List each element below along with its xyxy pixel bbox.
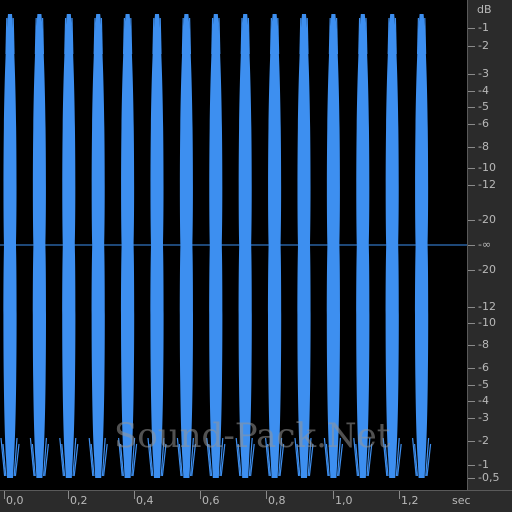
waveform-burst [118, 14, 138, 478]
waveform-burst [235, 14, 255, 478]
db-tick-label: -1 [478, 21, 489, 34]
db-tick [468, 91, 475, 92]
db-tick-label: -2 [478, 434, 489, 447]
waveform-burst [382, 14, 402, 478]
time-unit-label: sec [452, 494, 471, 507]
time-tick-label: 1,0 [335, 494, 353, 507]
db-tick-label: -5 [478, 378, 489, 391]
db-tick [468, 185, 475, 186]
db-tick [468, 220, 475, 221]
time-tick-label: 0,8 [268, 494, 286, 507]
time-tick [4, 491, 5, 499]
db-tick [468, 28, 475, 29]
time-tick [266, 491, 267, 499]
db-tick [468, 107, 475, 108]
waveform-burst [0, 14, 20, 478]
db-tick [468, 385, 475, 386]
waveform-display[interactable] [0, 0, 467, 490]
db-scale-ruler: dB -1 -2 -3 -4 -5 -6 -8 -10 -12 -20 -∞ -20 -12 -10 -8 -6… [467, 0, 512, 490]
time-tick [134, 491, 135, 499]
time-tick-label: 0,6 [202, 494, 220, 507]
db-tick-label: -4 [478, 84, 489, 97]
waveform-burst [412, 14, 432, 478]
db-tick [468, 465, 475, 466]
time-ruler[interactable]: 0,0 0,2 0,4 0,6 0,8 1,0 1,2 sec [0, 490, 512, 512]
waveform-burst [29, 14, 49, 478]
waveform-burst [323, 14, 343, 478]
db-tick-label: -10 [478, 161, 496, 174]
db-tick-label: -3 [478, 67, 489, 80]
db-tick-label: -20 [478, 263, 496, 276]
db-tick [468, 401, 475, 402]
db-tick-label: -1 [478, 458, 489, 471]
db-tick-label: -10 [478, 316, 496, 329]
time-tick [399, 491, 400, 499]
db-tick-label: -12 [478, 300, 496, 313]
db-tick [468, 124, 475, 125]
db-tick [468, 307, 475, 308]
waveform-burst [265, 14, 285, 478]
db-tick-label: -∞ [478, 238, 492, 251]
db-tick-label: -8 [478, 140, 489, 153]
db-tick [468, 270, 475, 271]
db-tick-label: -4 [478, 394, 489, 407]
time-tick-label: 0,0 [6, 494, 24, 507]
db-tick [468, 478, 475, 479]
db-tick [468, 441, 475, 442]
db-tick-label: -6 [478, 117, 489, 130]
db-tick [468, 46, 475, 47]
db-tick-label: -6 [478, 361, 489, 374]
db-tick [468, 345, 475, 346]
db-tick-label: -5 [478, 100, 489, 113]
db-tick-label: -0,5 [478, 471, 500, 484]
db-tick-label: -8 [478, 338, 489, 351]
waveform-burst [147, 14, 167, 478]
db-tick [468, 245, 475, 246]
waveform-burst [88, 14, 108, 478]
waveform-burst [294, 14, 314, 478]
time-tick-label: 0,4 [136, 494, 154, 507]
db-tick-label: -3 [478, 411, 489, 424]
time-tick-label: 0,2 [70, 494, 88, 507]
db-tick [468, 323, 475, 324]
db-tick [468, 74, 475, 75]
db-tick [468, 368, 475, 369]
db-tick [468, 418, 475, 419]
waveform-burst [353, 14, 373, 478]
waveform-burst [206, 14, 226, 478]
time-tick [200, 491, 201, 499]
time-tick [68, 491, 69, 499]
waveform-burst [176, 14, 196, 478]
time-tick [333, 491, 334, 499]
db-tick-label: -20 [478, 213, 496, 226]
db-tick [468, 147, 475, 148]
time-tick-label: 1,2 [401, 494, 419, 507]
db-tick-label: -12 [478, 178, 496, 191]
db-tick-label: -2 [478, 39, 489, 52]
waveform-canvas [0, 14, 467, 478]
db-unit-label: dB [477, 3, 492, 16]
db-tick [468, 168, 475, 169]
waveform-burst [59, 14, 79, 478]
